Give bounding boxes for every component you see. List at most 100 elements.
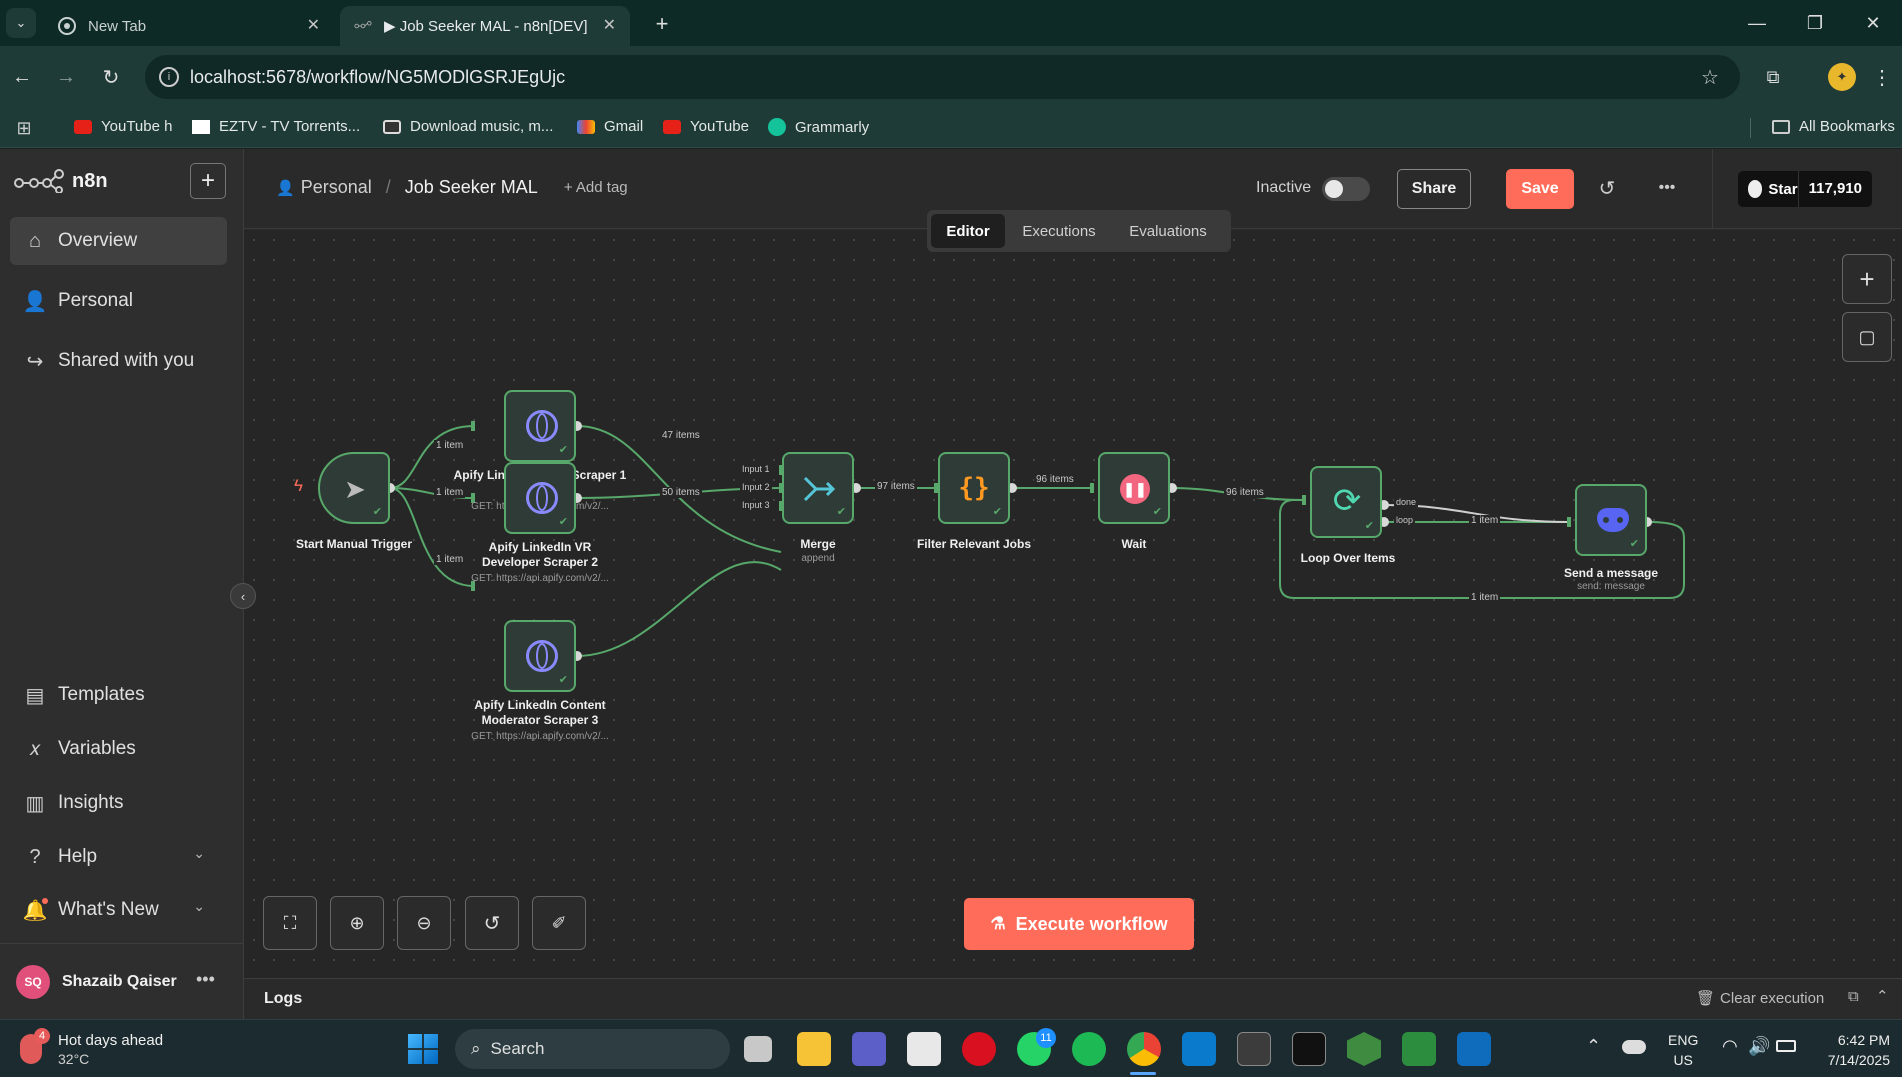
node-send-a-message[interactable]: ✔ <box>1575 484 1647 556</box>
add-node-button[interactable]: + <box>1842 254 1892 304</box>
nav-shared[interactable]: ↪ Shared with you <box>10 337 227 385</box>
chrome-taskbar-icon[interactable] <box>1127 1032 1161 1066</box>
outlook-icon[interactable] <box>1457 1032 1491 1066</box>
node-merge[interactable]: ✔ <box>782 452 854 524</box>
collapse-sidebar-button[interactable]: ‹ <box>230 583 256 609</box>
chevron-up-icon[interactable]: ⌃ <box>1876 987 1889 1005</box>
tab-job-seeker[interactable]: ▶ Job Seeker MAL - n8n[DEV] ✕ <box>340 6 630 46</box>
tab-executions[interactable]: Executions <box>1005 214 1113 248</box>
close-window-icon[interactable]: ✕ <box>1844 0 1902 46</box>
close-tab-icon[interactable]: ✕ <box>603 15 616 35</box>
github-star-button[interactable]: Star 117,910 <box>1738 171 1872 207</box>
bookmark-download-music[interactable]: Download music, m... <box>383 118 553 135</box>
apps-grid-icon[interactable]: ⊞ <box>14 118 34 138</box>
clear-execution-button[interactable]: 🗑 Clear execution <box>1696 989 1824 1008</box>
bookmark-gmail[interactable]: Gmail <box>577 118 643 135</box>
user-options-icon[interactable]: ••• <box>196 969 215 990</box>
bookmark-star-icon[interactable]: ☆ <box>1698 65 1722 89</box>
extensions-icon[interactable]: ⧉ <box>1760 64 1786 90</box>
more-options-icon[interactable]: ••• <box>1654 175 1680 201</box>
bookmark-youtube-h[interactable]: YouTube h <box>74 118 172 135</box>
reload-icon[interactable]: ↻ <box>97 63 125 91</box>
fit-view-button[interactable]: ⛶ <box>263 896 317 950</box>
bookmark-grammarly[interactable]: Grammarly <box>768 118 869 136</box>
node-loop-over-items[interactable]: ⟳ ✔ <box>1310 466 1382 538</box>
add-tag-button[interactable]: + Add tag <box>564 179 628 196</box>
file-explorer-icon[interactable] <box>797 1032 831 1066</box>
task-view-icon[interactable] <box>744 1036 772 1062</box>
nav-whats-new[interactable]: 🔔 What's New ⌄ <box>10 886 227 934</box>
vscode-icon[interactable] <box>1182 1032 1216 1066</box>
node-label: Filter Relevant Jobs <box>916 537 1032 551</box>
nav-overview[interactable]: ⌂ Overview <box>10 217 227 265</box>
zoom-out-button[interactable]: ⊖ <box>397 896 451 950</box>
terminal-icon[interactable] <box>1237 1032 1271 1066</box>
tab-editor[interactable]: Editor <box>931 214 1005 248</box>
node-apify-content-moderator-scraper[interactable]: ✔ <box>504 620 576 692</box>
active-toggle[interactable] <box>1322 177 1370 201</box>
tidy-up-button[interactable]: ✐ <box>532 896 586 950</box>
nodejs-icon[interactable] <box>1347 1032 1381 1066</box>
language-indicator[interactable]: ENG US <box>1668 1030 1698 1070</box>
popout-icon[interactable]: ⧉ <box>1848 988 1859 1005</box>
node-filter-relevant-jobs[interactable]: {} ✔ <box>938 452 1010 524</box>
flask-icon: ⚗ <box>990 914 1006 933</box>
share-button[interactable]: Share <box>1397 169 1471 209</box>
onedrive-icon[interactable] <box>1622 1040 1646 1054</box>
windows-start-icon[interactable] <box>408 1034 438 1064</box>
workflow-name[interactable]: Job Seeker MAL <box>405 177 538 198</box>
opera-icon[interactable] <box>962 1032 996 1066</box>
spotify-icon[interactable] <box>1072 1032 1106 1066</box>
teams-icon[interactable] <box>852 1032 886 1066</box>
nav-variables[interactable]: 𝑥 Variables <box>10 725 227 773</box>
new-tab-button[interactable]: + <box>648 10 676 38</box>
logs-panel-bar[interactable]: Logs 🗑 Clear execution ⧉ ⌃ <box>244 978 1902 1019</box>
tab-search-button[interactable]: ⌄ <box>6 8 36 38</box>
nav-help[interactable]: ? Help ⌄ <box>10 833 227 881</box>
bookmark-eztv[interactable]: EZTV - TV Torrents... <box>192 118 360 135</box>
tray-chevron-icon[interactable]: ⌃ <box>1586 1036 1601 1057</box>
check-icon: ✔ <box>558 516 568 528</box>
tab-new-tab[interactable]: New Tab ✕ <box>44 6 334 46</box>
weather-badge: 4 <box>34 1028 50 1044</box>
clock[interactable]: 6:42 PM 7/14/2025 <box>1810 1030 1890 1070</box>
workflow-canvas[interactable]: Editor Executions Evaluations ➤ ✔ ϟ Star… <box>244 210 1902 978</box>
node-apify-vr-scraper[interactable]: ✔ <box>504 462 576 534</box>
zoom-in-button[interactable]: ⊕ <box>330 896 384 950</box>
browser-menu-icon[interactable]: ⋮ <box>1872 63 1892 91</box>
reset-zoom-button[interactable]: ↺ <box>465 896 519 950</box>
create-button[interactable]: + <box>190 163 226 199</box>
battery-icon[interactable] <box>1776 1040 1796 1052</box>
cmd-icon[interactable] <box>1292 1032 1326 1066</box>
all-bookmarks[interactable]: All Bookmarks <box>1772 118 1895 135</box>
mail-icon[interactable] <box>1402 1032 1436 1066</box>
forward-icon[interactable]: → <box>52 63 80 91</box>
wifi-icon[interactable]: ◠ <box>1722 1036 1738 1057</box>
n8n-logo[interactable]: n8n <box>14 169 108 193</box>
back-icon[interactable]: ← <box>8 63 36 91</box>
weather-widget[interactable]: 4 Hot days ahead 32°C <box>20 1028 180 1070</box>
node-apify-unity-scraper[interactable]: ✔ <box>504 390 576 462</box>
restore-icon[interactable]: ❐ <box>1786 0 1844 46</box>
store-icon[interactable] <box>907 1032 941 1066</box>
node-wait[interactable]: ❚❚ ✔ <box>1098 452 1170 524</box>
taskbar-search[interactable]: ⌕ Search <box>455 1029 730 1069</box>
close-tab-icon[interactable]: ✕ <box>307 15 320 35</box>
volume-icon[interactable]: 🔊 <box>1748 1036 1770 1057</box>
history-icon[interactable]: ↺ <box>1594 175 1620 201</box>
node-start-manual-trigger[interactable]: ➤ ✔ <box>318 452 390 524</box>
sticky-note-button[interactable]: ▢ <box>1842 312 1892 362</box>
execute-workflow-button[interactable]: ⚗ Execute workflow <box>964 898 1194 950</box>
bookmark-youtube[interactable]: YouTube <box>663 118 749 135</box>
breadcrumb-project[interactable]: Personal <box>301 177 372 198</box>
site-info-icon[interactable]: i <box>159 67 179 87</box>
tab-evaluations[interactable]: Evaluations <box>1113 214 1223 248</box>
minimize-icon[interactable]: — <box>1728 0 1786 46</box>
address-bar[interactable]: i localhost:5678/workflow/NG5MODlGSRJEgU… <box>145 55 1740 99</box>
user-menu[interactable]: SQ Shazaib Qaiser <box>16 965 177 999</box>
nav-templates[interactable]: ▤ Templates <box>10 671 227 719</box>
nav-personal[interactable]: 👤 Personal <box>10 277 227 325</box>
nav-insights[interactable]: ▥ Insights <box>10 779 227 827</box>
profile-avatar[interactable]: ✦ <box>1828 63 1856 91</box>
save-button[interactable]: Save <box>1506 169 1574 209</box>
